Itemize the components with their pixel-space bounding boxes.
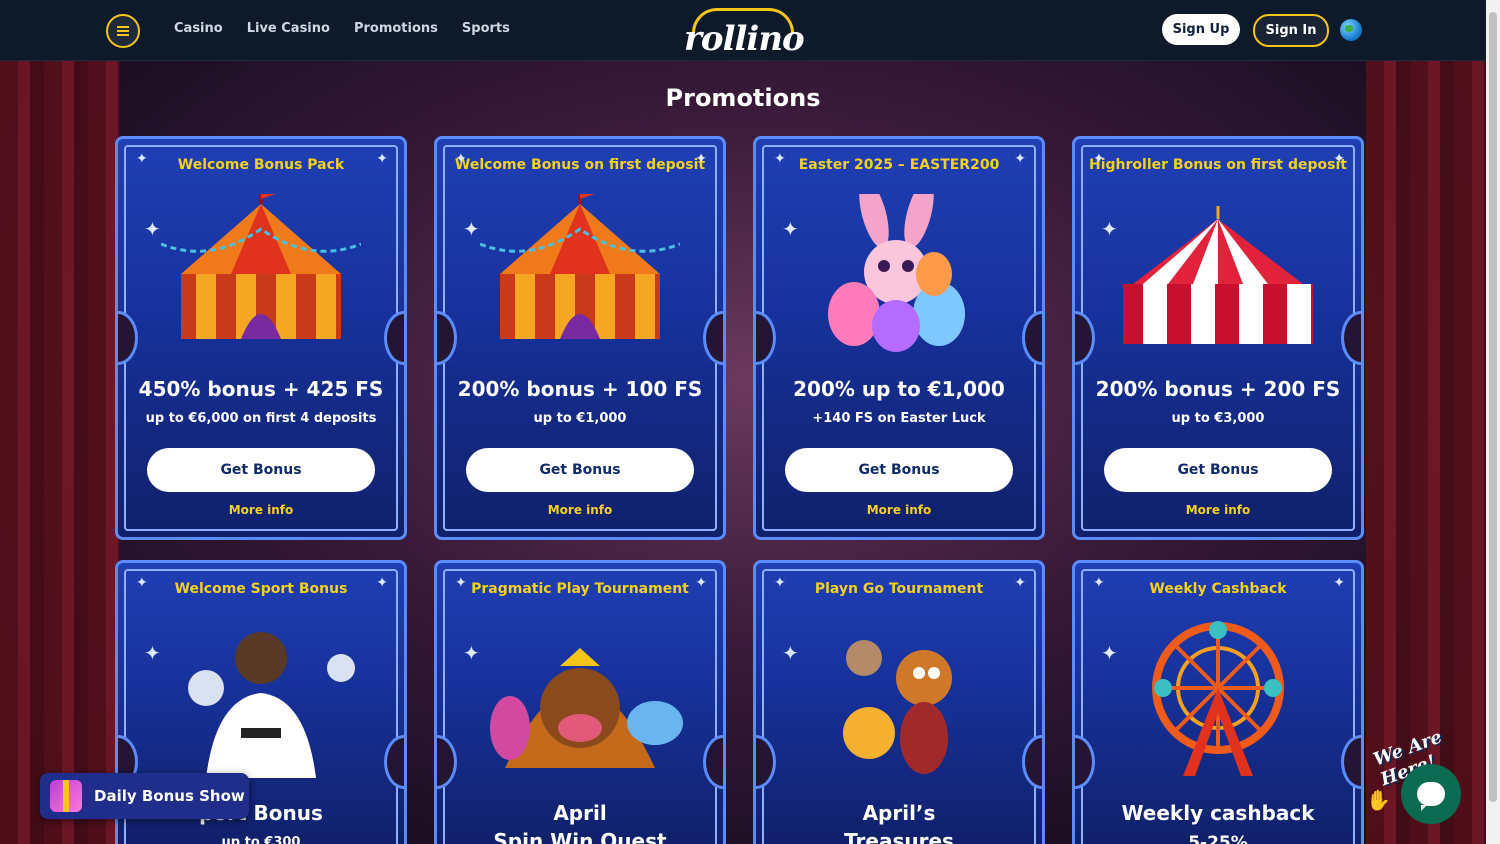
promo-card[interactable]: Welcome Bonus Pack ✦ ✦ ✦ 450% bonus + 42… (115, 136, 407, 540)
nav-sports[interactable]: Sports (462, 21, 510, 36)
sparkle-icon: ✦ (1333, 151, 1345, 167)
sparkle-icon: ✦ (774, 575, 786, 591)
sparkle-icon: ✦ (695, 575, 707, 591)
circus-tent-svg (480, 194, 680, 339)
sparkle-icon: ✦ (1333, 575, 1345, 591)
logo-text: rollino (684, 19, 805, 59)
football-player-image (146, 618, 376, 778)
circus-tent-svg (161, 194, 361, 339)
promo-card[interactable]: Welcome Bonus on first deposit ✦ ✦ ✦ 200… (434, 136, 726, 540)
more-info-link[interactable]: More info (756, 503, 1042, 517)
football-player-svg (188, 632, 355, 778)
card-title: Highroller Bonus on first deposit (1089, 157, 1347, 173)
card-title: Welcome Sport Bonus (174, 581, 348, 597)
card-title: Pragmatic Play Tournament (471, 581, 689, 597)
site-logo[interactable]: rollino (684, 4, 805, 59)
card-subtext: Spin Win Quest (493, 829, 667, 844)
circus-tent-icon (465, 194, 695, 354)
get-bonus-button[interactable]: Get Bonus (1104, 448, 1332, 492)
card-headline: 450% bonus + 425 FS (138, 377, 384, 401)
page-scrollbar[interactable] (1486, 0, 1500, 844)
promo-card[interactable]: Easter 2025 – EASTER200 ✦ ✦ ✦ 200% up to… (753, 136, 1045, 540)
card-subtext: up to €1,000 (533, 411, 627, 426)
ferris-wheel-icon (1103, 618, 1333, 778)
card-headline: 200% bonus + 100 FS (457, 377, 703, 401)
daily-bonus-widget[interactable]: Daily Bonus Show (40, 773, 249, 819)
dog-characters-svg (490, 648, 683, 768)
easter-bunny-svg (828, 180, 965, 352)
promo-card[interactable]: Highroller Bonus on first deposit ✦ ✦ ✦ … (1072, 136, 1364, 540)
card-subtext: up to €3,000 (1171, 411, 1265, 426)
top-header: Casino Live Casino Promotions Sports rol… (0, 0, 1486, 61)
nav-live-casino[interactable]: Live Casino (247, 21, 330, 36)
sign-in-button[interactable]: Sign In (1253, 14, 1329, 47)
more-info-link[interactable]: More info (437, 503, 723, 517)
card-headline: 200% bonus + 200 FS (1095, 377, 1341, 401)
ferris-wheel-svg (1152, 621, 1284, 776)
circus-tent-icon (146, 194, 376, 354)
sparkle-icon: ✦ (1093, 575, 1105, 591)
card-subtext: +140 FS on Easter Luck (812, 411, 986, 426)
card-title: Welcome Bonus on first deposit (454, 157, 706, 173)
nav-promotions[interactable]: Promotions (354, 21, 438, 36)
red-tent-svg (1123, 206, 1313, 344)
red-tent-icon (1103, 194, 1333, 354)
nav-casino[interactable]: Casino (174, 21, 223, 36)
sign-up-button[interactable]: Sign Up (1162, 14, 1240, 45)
menu-icon (117, 30, 129, 32)
more-info-link[interactable]: More info (1075, 503, 1361, 517)
card-subtext: 5-25% (1188, 833, 1248, 844)
cartoon-characters-svg (843, 640, 952, 774)
sparkle-icon: ✦ (1014, 575, 1026, 591)
get-bonus-button[interactable]: Get Bonus (147, 448, 375, 492)
main-nav: Casino Live Casino Promotions Sports (174, 21, 510, 36)
more-info-link[interactable]: More info (118, 503, 404, 517)
card-headline: April’s (862, 801, 936, 825)
sparkle-icon: ✦ (136, 151, 148, 167)
promo-card[interactable]: Weekly Cashback ✦ ✦ ✦ Weekly cashback 5-… (1072, 560, 1364, 844)
card-subtext: up to €6,000 on first 4 deposits (145, 411, 377, 426)
promo-card[interactable]: Pragmatic Play Tournament ✦ ✦ ✦ April Sp… (434, 560, 726, 844)
get-bonus-button[interactable]: Get Bonus (785, 448, 1013, 492)
sparkle-icon: ✦ (455, 575, 467, 591)
card-title: Weekly Cashback (1149, 581, 1287, 597)
card-subtext: Treasures (844, 829, 954, 844)
card-headline: Weekly cashback (1121, 801, 1315, 825)
cartoon-characters-image (784, 618, 1014, 778)
chat-bubble-icon (1417, 782, 1445, 811)
sparkle-icon: ✦ (695, 151, 707, 167)
curtain-left (0, 60, 120, 844)
waving-hand-icon: ✋ (1366, 788, 1391, 812)
chat-button[interactable] (1401, 764, 1461, 824)
sparkle-icon: ✦ (455, 151, 467, 167)
scrollbar-thumb[interactable] (1489, 12, 1497, 802)
card-subtext: up to €300 (221, 835, 301, 844)
sparkle-icon: ✦ (136, 575, 148, 591)
sparkle-icon: ✦ (1093, 151, 1105, 167)
card-headline: 200% up to €1,000 (793, 377, 1005, 401)
sparkle-icon: ✦ (1014, 151, 1026, 167)
sparkle-icon: ✦ (774, 151, 786, 167)
gift-icon (50, 780, 82, 812)
sparkle-icon: ✦ (376, 575, 388, 591)
globe-icon[interactable] (1340, 19, 1362, 41)
card-title: Easter 2025 – EASTER200 (798, 157, 1000, 173)
promo-card[interactable]: Playn Go Tournament ✦ ✦ ✦ April’s Treasu… (753, 560, 1045, 844)
dog-characters-image (465, 618, 695, 778)
card-headline: April (553, 801, 607, 825)
sparkle-icon: ✦ (376, 151, 388, 167)
easter-bunny-icon (784, 180, 1014, 354)
page-title: Promotions (665, 84, 821, 112)
get-bonus-button[interactable]: Get Bonus (466, 448, 694, 492)
hamburger-menu-button[interactable] (106, 14, 140, 48)
daily-bonus-label: Daily Bonus Show (94, 787, 245, 805)
card-title: Playn Go Tournament (814, 581, 984, 597)
card-title: Welcome Bonus Pack (177, 157, 345, 173)
